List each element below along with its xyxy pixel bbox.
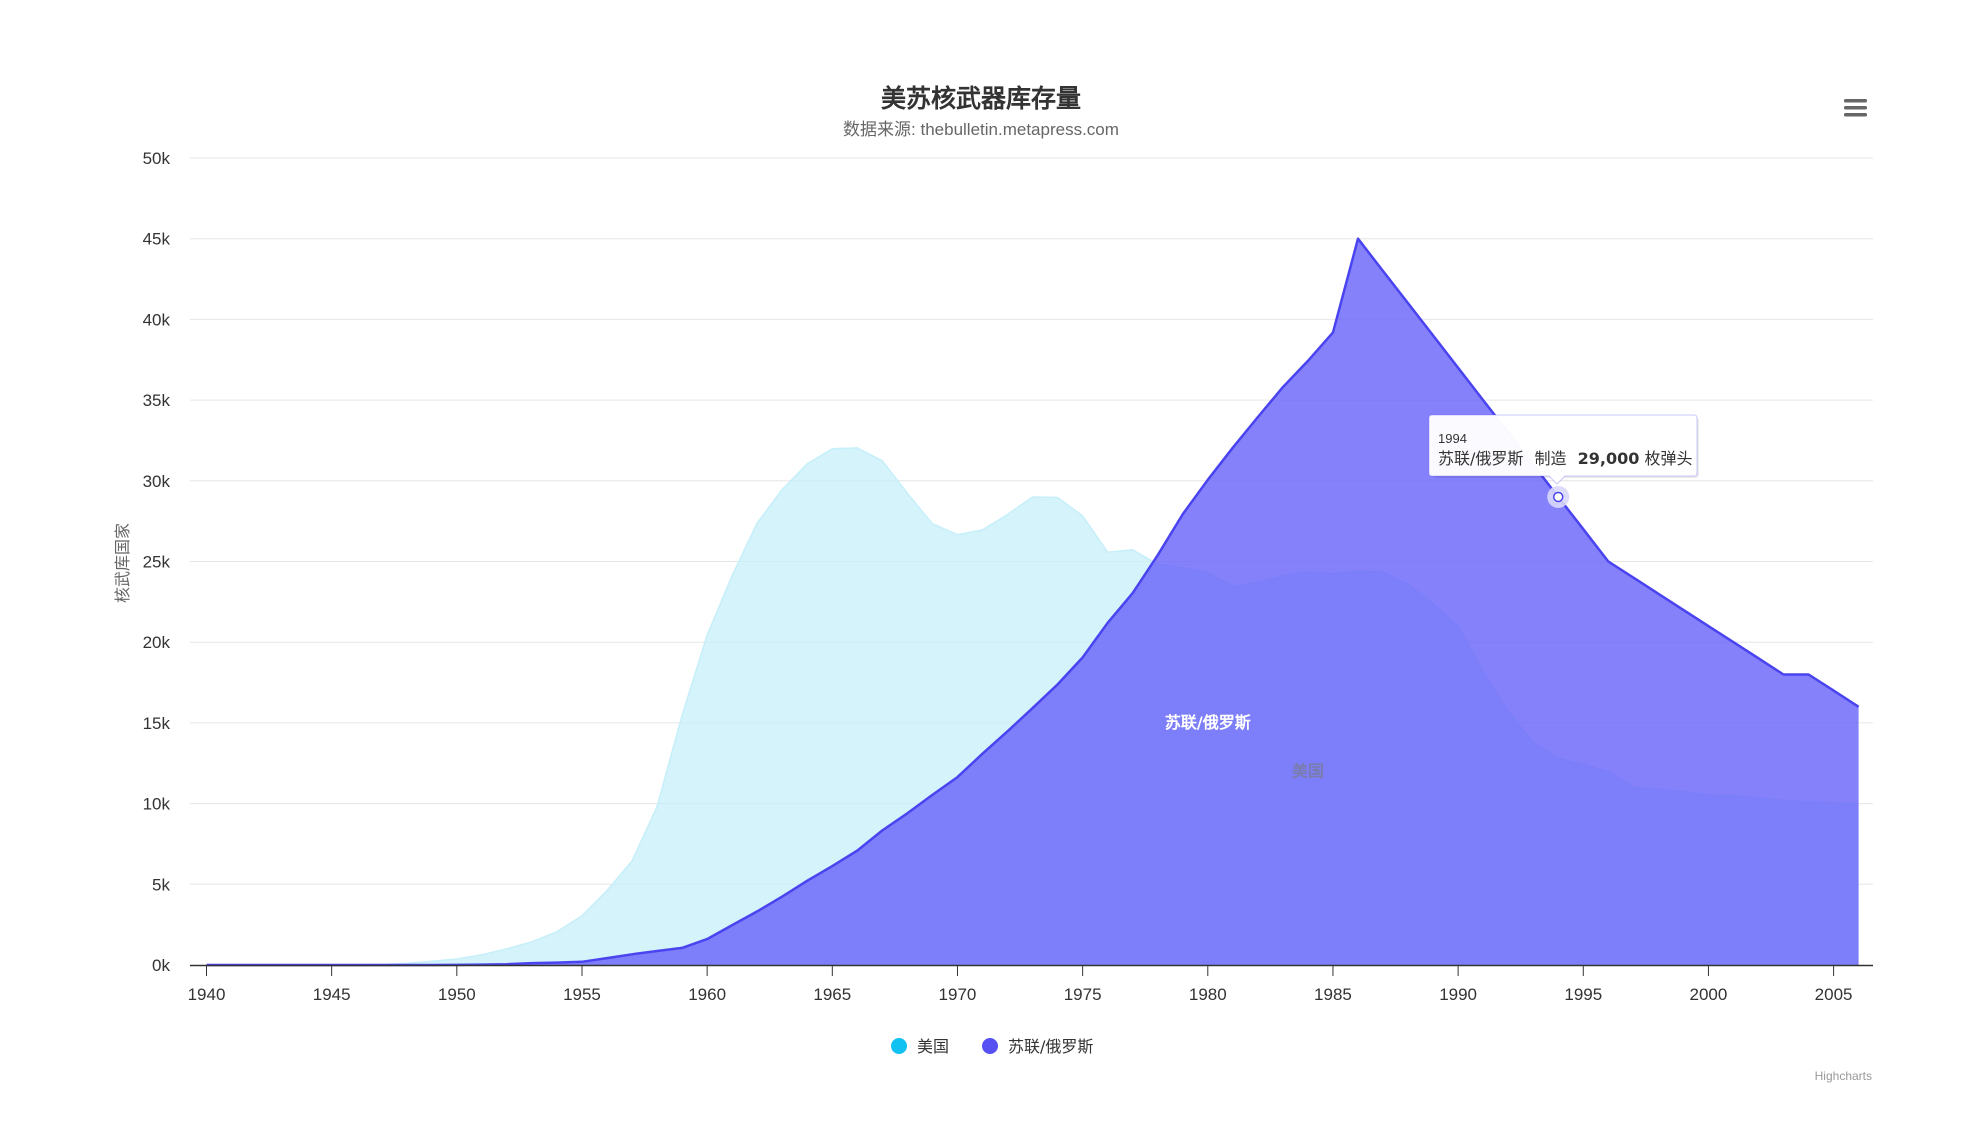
x-tick-label: 1965 [813, 985, 851, 1004]
y-axis-title: 核武库国家 [113, 523, 132, 603]
chart-subtitle: 数据来源: thebulletin.metapress.com [843, 120, 1119, 139]
y-tick-label: 35k [143, 391, 171, 410]
x-tick-label: 1985 [1314, 985, 1352, 1004]
x-tick-label: 2005 [1815, 985, 1853, 1004]
y-tick-label: 30k [143, 472, 171, 491]
y-tick-label: 5k [152, 875, 170, 894]
hamburger-menu-icon [1844, 99, 1867, 117]
x-tick-label: 1990 [1439, 985, 1477, 1004]
tooltip-series: 苏联/俄罗斯 [1438, 449, 1523, 468]
series-label-ussr: 苏联/俄罗斯 [1165, 713, 1251, 732]
tooltip-unit: 枚弹头 [1644, 449, 1692, 468]
y-tick-label: 40k [143, 310, 171, 329]
y-tick-label: 15k [143, 714, 171, 733]
legend-item-usa[interactable]: 美国 [891, 1037, 949, 1056]
legend-label-usa: 美国 [917, 1037, 949, 1056]
legend-symbol-usa [891, 1038, 907, 1054]
series-label-usa: 美国 [1292, 761, 1324, 780]
x-tick-label: 1960 [688, 985, 726, 1004]
y-tick-label: 0k [152, 956, 170, 975]
x-tick-label: 1945 [313, 985, 351, 1004]
legend-label-ussr: 苏联/俄罗斯 [1008, 1037, 1093, 1056]
area-chart: 美苏核武器库存量 数据来源: thebulletin.metapress.com… [113, 84, 1873, 1083]
hover-point[interactable] [1547, 485, 1570, 508]
tooltip-value: 29,000 [1578, 449, 1640, 468]
y-tick-label: 20k [143, 633, 171, 652]
x-tick-label: 1980 [1189, 985, 1227, 1004]
x-tick-label: 1955 [563, 985, 601, 1004]
x-tick-label: 1950 [438, 985, 476, 1004]
y-tick-label: 10k [143, 795, 171, 814]
legend: 美国 苏联/俄罗斯 [891, 1037, 1093, 1056]
y-tick-label: 50k [143, 149, 171, 168]
legend-symbol-ussr [982, 1038, 998, 1054]
tooltip-text: 苏联/俄罗斯 制造 29,000 枚弹头 [1438, 449, 1692, 468]
plot-area [206, 237, 1860, 967]
tooltip-year: 1994 [1438, 431, 1467, 446]
legend-item-ussr[interactable]: 苏联/俄罗斯 [982, 1037, 1093, 1056]
tooltip: 1994 苏联/俄罗斯 制造 29,000 枚弹头 [1428, 414, 1699, 485]
credits-link[interactable]: Highcharts [1815, 1069, 1872, 1083]
export-menu-button[interactable] [1840, 97, 1872, 123]
y-tick-label: 25k [143, 553, 171, 572]
x-tick-label: 1975 [1064, 985, 1102, 1004]
x-tick-label: 1940 [188, 985, 226, 1004]
y-tick-label: 45k [143, 230, 171, 249]
hover-marker [1552, 491, 1564, 503]
x-tick-label: 1995 [1564, 985, 1602, 1004]
x-axis-ticks: 1940 1945 1950 1955 1960 1965 1970 1975 1980 1985… [188, 966, 1853, 1004]
x-tick-label: 2000 [1690, 985, 1728, 1004]
x-tick-label: 1970 [939, 985, 977, 1004]
tooltip-verb: 制造 [1535, 449, 1567, 468]
chart-title: 美苏核武器库存量 [881, 84, 1081, 113]
y-axis-ticks: 0k 5k 10k 15k 20k 25k 30k 35k 40k 45k 50k [143, 149, 171, 975]
